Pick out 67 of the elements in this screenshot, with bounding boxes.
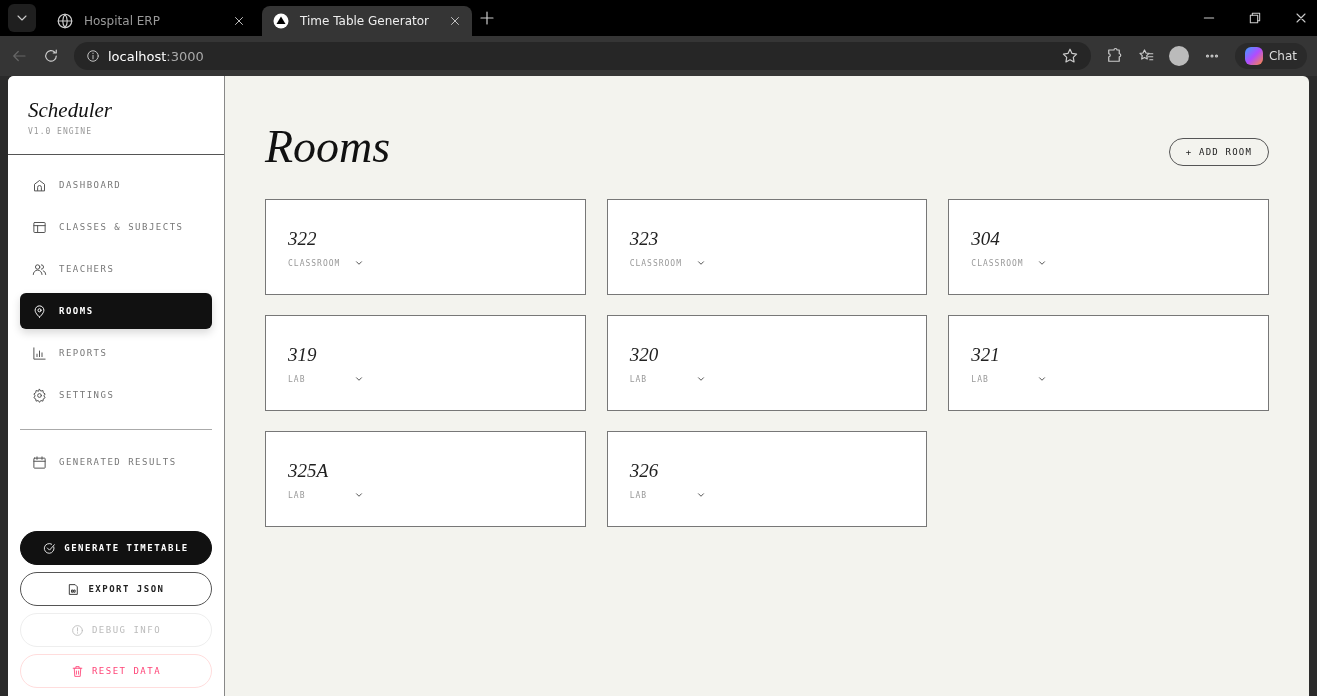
nav-item[interactable]: GENERATED RESULTS	[20, 444, 212, 480]
room-name: 321	[971, 344, 1001, 366]
check-circle-icon	[43, 541, 57, 555]
action-button[interactable]: EXPORT JSON	[20, 572, 212, 606]
globe-icon	[56, 12, 74, 30]
chevron-down-icon	[1037, 374, 1048, 384]
room-name: 326	[629, 460, 660, 482]
room-name: 320	[629, 344, 660, 366]
room-name: 325A	[288, 460, 330, 482]
chevron-down-icon	[1037, 258, 1048, 268]
browser-tab[interactable]: Time Table Generator	[262, 6, 472, 36]
room-type-dropdown[interactable]: LAB	[629, 490, 706, 500]
close-icon[interactable]	[232, 14, 246, 28]
nav-item[interactable]: ROOMS	[20, 293, 212, 329]
chat-button[interactable]: Chat	[1234, 43, 1307, 69]
tab-title: Hospital ERP	[84, 14, 161, 28]
users-icon	[32, 261, 47, 277]
room-type-dropdown[interactable]: LAB	[629, 374, 706, 384]
location-pin-icon	[32, 303, 47, 319]
tab-title: Time Table Generator	[300, 14, 430, 28]
chevron-down-icon	[354, 374, 364, 384]
calendar-icon	[32, 454, 47, 470]
caret-down-icon[interactable]	[8, 4, 36, 32]
restore-icon[interactable]	[1247, 10, 1263, 26]
room-type-dropdown[interactable]: LAB	[971, 374, 1048, 384]
trash-icon	[70, 664, 84, 678]
app-title: Scheduler	[28, 98, 113, 123]
bar-chart-icon	[32, 345, 47, 361]
profile-avatar[interactable]	[1168, 46, 1189, 66]
nav-item[interactable]: CLASSES & SUBJECTS	[20, 209, 212, 245]
settings-icon	[32, 387, 47, 403]
nav-item[interactable]: SETTINGS	[20, 377, 212, 413]
chevron-down-icon	[695, 258, 706, 268]
room-type-dropdown[interactable]: LAB	[288, 490, 364, 500]
new-tab-icon[interactable]	[478, 9, 496, 27]
nav-item[interactable]: REPORTS	[20, 335, 212, 371]
browser-tab[interactable]: Hospital ERP	[46, 6, 256, 36]
action-button[interactable]: GENERATE TIMETABLE	[20, 531, 212, 565]
room-name: 304	[971, 228, 1001, 250]
room-type-dropdown[interactable]: CLASSROOM	[288, 258, 364, 268]
room-type-dropdown[interactable]: CLASSROOM	[971, 258, 1048, 268]
chevron-down-icon	[354, 490, 364, 500]
close-icon[interactable]	[448, 14, 462, 28]
room-type-dropdown[interactable]: CLASSROOM	[629, 258, 706, 268]
copilot-logo-icon	[1244, 47, 1263, 65]
star-icon[interactable]	[1060, 47, 1079, 65]
file-icon	[67, 582, 81, 596]
url-text: localhost:3000	[108, 48, 204, 64]
address-field[interactable]: localhost:3000	[74, 42, 1091, 70]
room-name: 319	[288, 344, 318, 366]
layout-icon	[32, 219, 47, 235]
nav-item[interactable]: DASHBOARD	[20, 167, 212, 203]
info-icon	[70, 623, 84, 637]
page-title: Rooms	[265, 120, 391, 173]
nav-item[interactable]: TEACHERS	[20, 251, 212, 287]
room-name: 323	[629, 228, 660, 250]
chevron-down-icon	[354, 258, 364, 268]
room-name: 322	[288, 228, 318, 250]
action-button[interactable]: RESET DATA	[20, 654, 212, 688]
room-type-dropdown[interactable]: LAB	[288, 374, 364, 384]
home-icon	[32, 177, 47, 193]
chevron-down-icon	[695, 490, 706, 500]
info-icon	[86, 49, 100, 63]
reload-icon[interactable]	[42, 47, 60, 65]
version-label: V1.0 ENGINE	[28, 127, 93, 136]
chevron-down-icon	[695, 374, 706, 384]
triangle-logo-icon	[272, 12, 290, 30]
